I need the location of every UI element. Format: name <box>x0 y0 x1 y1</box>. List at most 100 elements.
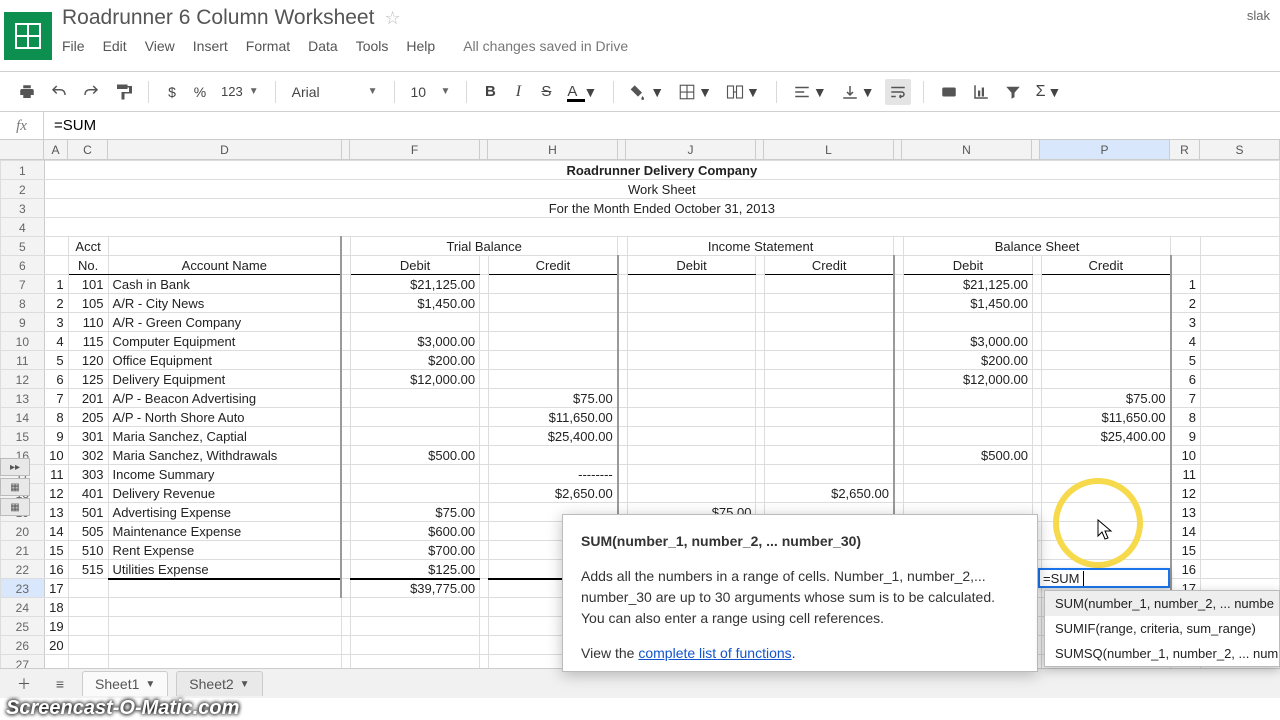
cell[interactable] <box>756 332 765 351</box>
cell[interactable] <box>765 465 894 484</box>
cell[interactable] <box>894 408 904 427</box>
cell[interactable] <box>1033 351 1042 370</box>
undo-icon[interactable] <box>46 79 72 105</box>
column-header[interactable] <box>480 140 488 159</box>
cell[interactable]: 17 <box>44 579 68 598</box>
add-sheet-button[interactable]: ＋ <box>10 673 38 695</box>
cell[interactable] <box>1033 389 1042 408</box>
cell[interactable]: 6 <box>1171 370 1201 389</box>
cell[interactable]: A/R - Green Company <box>108 313 341 332</box>
autocomplete-item[interactable]: SUM(number_1, number_2, ... numbe <box>1045 591 1279 616</box>
cell[interactable] <box>480 636 489 655</box>
cell[interactable] <box>1042 370 1171 389</box>
cell[interactable] <box>1033 484 1042 503</box>
cell[interactable]: 9 <box>44 427 68 446</box>
valign-button[interactable]: ▼ <box>837 79 879 105</box>
cell[interactable] <box>765 389 894 408</box>
cell[interactable]: $21,125.00 <box>903 275 1032 294</box>
cell[interactable] <box>1201 465 1280 484</box>
cell[interactable] <box>1042 313 1171 332</box>
cell[interactable] <box>480 522 489 541</box>
cell[interactable] <box>351 598 480 617</box>
cell[interactable]: 303 <box>68 465 108 484</box>
column-header[interactable] <box>1032 140 1040 159</box>
cell[interactable] <box>903 427 1032 446</box>
cell[interactable] <box>341 237 351 256</box>
cell[interactable]: $75.00 <box>351 503 480 522</box>
cell[interactable]: Delivery Equipment <box>108 370 341 389</box>
cell[interactable] <box>341 275 351 294</box>
cell[interactable] <box>1171 237 1201 256</box>
cell[interactable] <box>756 389 765 408</box>
cell[interactable] <box>618 389 628 408</box>
cell[interactable] <box>489 446 618 465</box>
merge-button[interactable]: ▼ <box>722 79 764 105</box>
cell[interactable] <box>489 351 618 370</box>
cell[interactable] <box>1201 427 1280 446</box>
cell[interactable]: 8 <box>44 408 68 427</box>
cell[interactable] <box>1033 332 1042 351</box>
row-header[interactable]: 15 <box>1 427 45 446</box>
cell[interactable]: 15 <box>44 541 68 560</box>
sheets-logo[interactable] <box>4 12 52 60</box>
cell[interactable] <box>1042 351 1171 370</box>
column-header[interactable]: S <box>1200 140 1280 159</box>
cell[interactable]: 16 <box>44 560 68 579</box>
cell[interactable] <box>1042 275 1171 294</box>
cell[interactable]: $500.00 <box>351 446 480 465</box>
cell[interactable] <box>1201 408 1280 427</box>
cell[interactable] <box>903 389 1032 408</box>
cell[interactable] <box>627 370 756 389</box>
menu-file[interactable]: File <box>62 38 85 54</box>
cell[interactable] <box>480 294 489 313</box>
cell[interactable]: $75.00 <box>489 389 618 408</box>
cell[interactable]: $600.00 <box>351 522 480 541</box>
column-header[interactable] <box>894 140 902 159</box>
cell[interactable]: 8 <box>1171 408 1201 427</box>
cell[interactable] <box>756 370 765 389</box>
cell[interactable]: 7 <box>44 389 68 408</box>
autocomplete-item[interactable]: SUMIF(range, criteria, sum_range) <box>1045 616 1279 641</box>
cell[interactable]: Cash in Bank <box>108 275 341 294</box>
cell[interactable] <box>1201 256 1280 275</box>
cell[interactable] <box>627 484 756 503</box>
cell[interactable] <box>1033 294 1042 313</box>
currency-button[interactable]: $ <box>161 79 183 105</box>
row-header[interactable]: 4 <box>1 218 45 237</box>
row-header[interactable]: 12 <box>1 370 45 389</box>
fill-color-button[interactable]: ▼ <box>626 79 668 105</box>
cell[interactable] <box>627 446 756 465</box>
menu-format[interactable]: Format <box>246 38 290 54</box>
cell[interactable]: 201 <box>68 389 108 408</box>
filter-button[interactable] <box>1000 79 1026 105</box>
cell[interactable] <box>341 598 351 617</box>
cell[interactable] <box>618 484 628 503</box>
cell[interactable]: Income Statement <box>627 237 894 256</box>
column-header[interactable]: P <box>1040 140 1170 159</box>
print-icon[interactable] <box>14 79 40 105</box>
cell[interactable] <box>1033 256 1042 275</box>
cell[interactable]: 4 <box>44 332 68 351</box>
row-header[interactable]: 23 <box>1 579 45 598</box>
all-sheets-button[interactable]: ≡ <box>46 673 74 695</box>
wrap-button[interactable] <box>885 79 911 105</box>
row-header[interactable]: 7 <box>1 275 45 294</box>
cell[interactable]: $11,650.00 <box>489 408 618 427</box>
cell[interactable] <box>765 408 894 427</box>
cell[interactable] <box>894 370 904 389</box>
cell[interactable]: Debit <box>351 256 480 275</box>
cell[interactable] <box>894 389 904 408</box>
cell[interactable] <box>489 332 618 351</box>
row-header[interactable]: 21 <box>1 541 45 560</box>
cell[interactable]: Office Equipment <box>108 351 341 370</box>
row-header[interactable]: 22 <box>1 560 45 579</box>
cell[interactable] <box>341 617 351 636</box>
cell[interactable]: Debit <box>903 256 1032 275</box>
row-header[interactable]: 24 <box>1 598 45 617</box>
cell[interactable]: 5 <box>44 351 68 370</box>
cell[interactable]: 1 <box>1171 275 1201 294</box>
cell[interactable] <box>341 446 351 465</box>
column-header[interactable]: C <box>68 140 108 159</box>
column-header[interactable]: D <box>108 140 342 159</box>
row-header[interactable]: 25 <box>1 617 45 636</box>
